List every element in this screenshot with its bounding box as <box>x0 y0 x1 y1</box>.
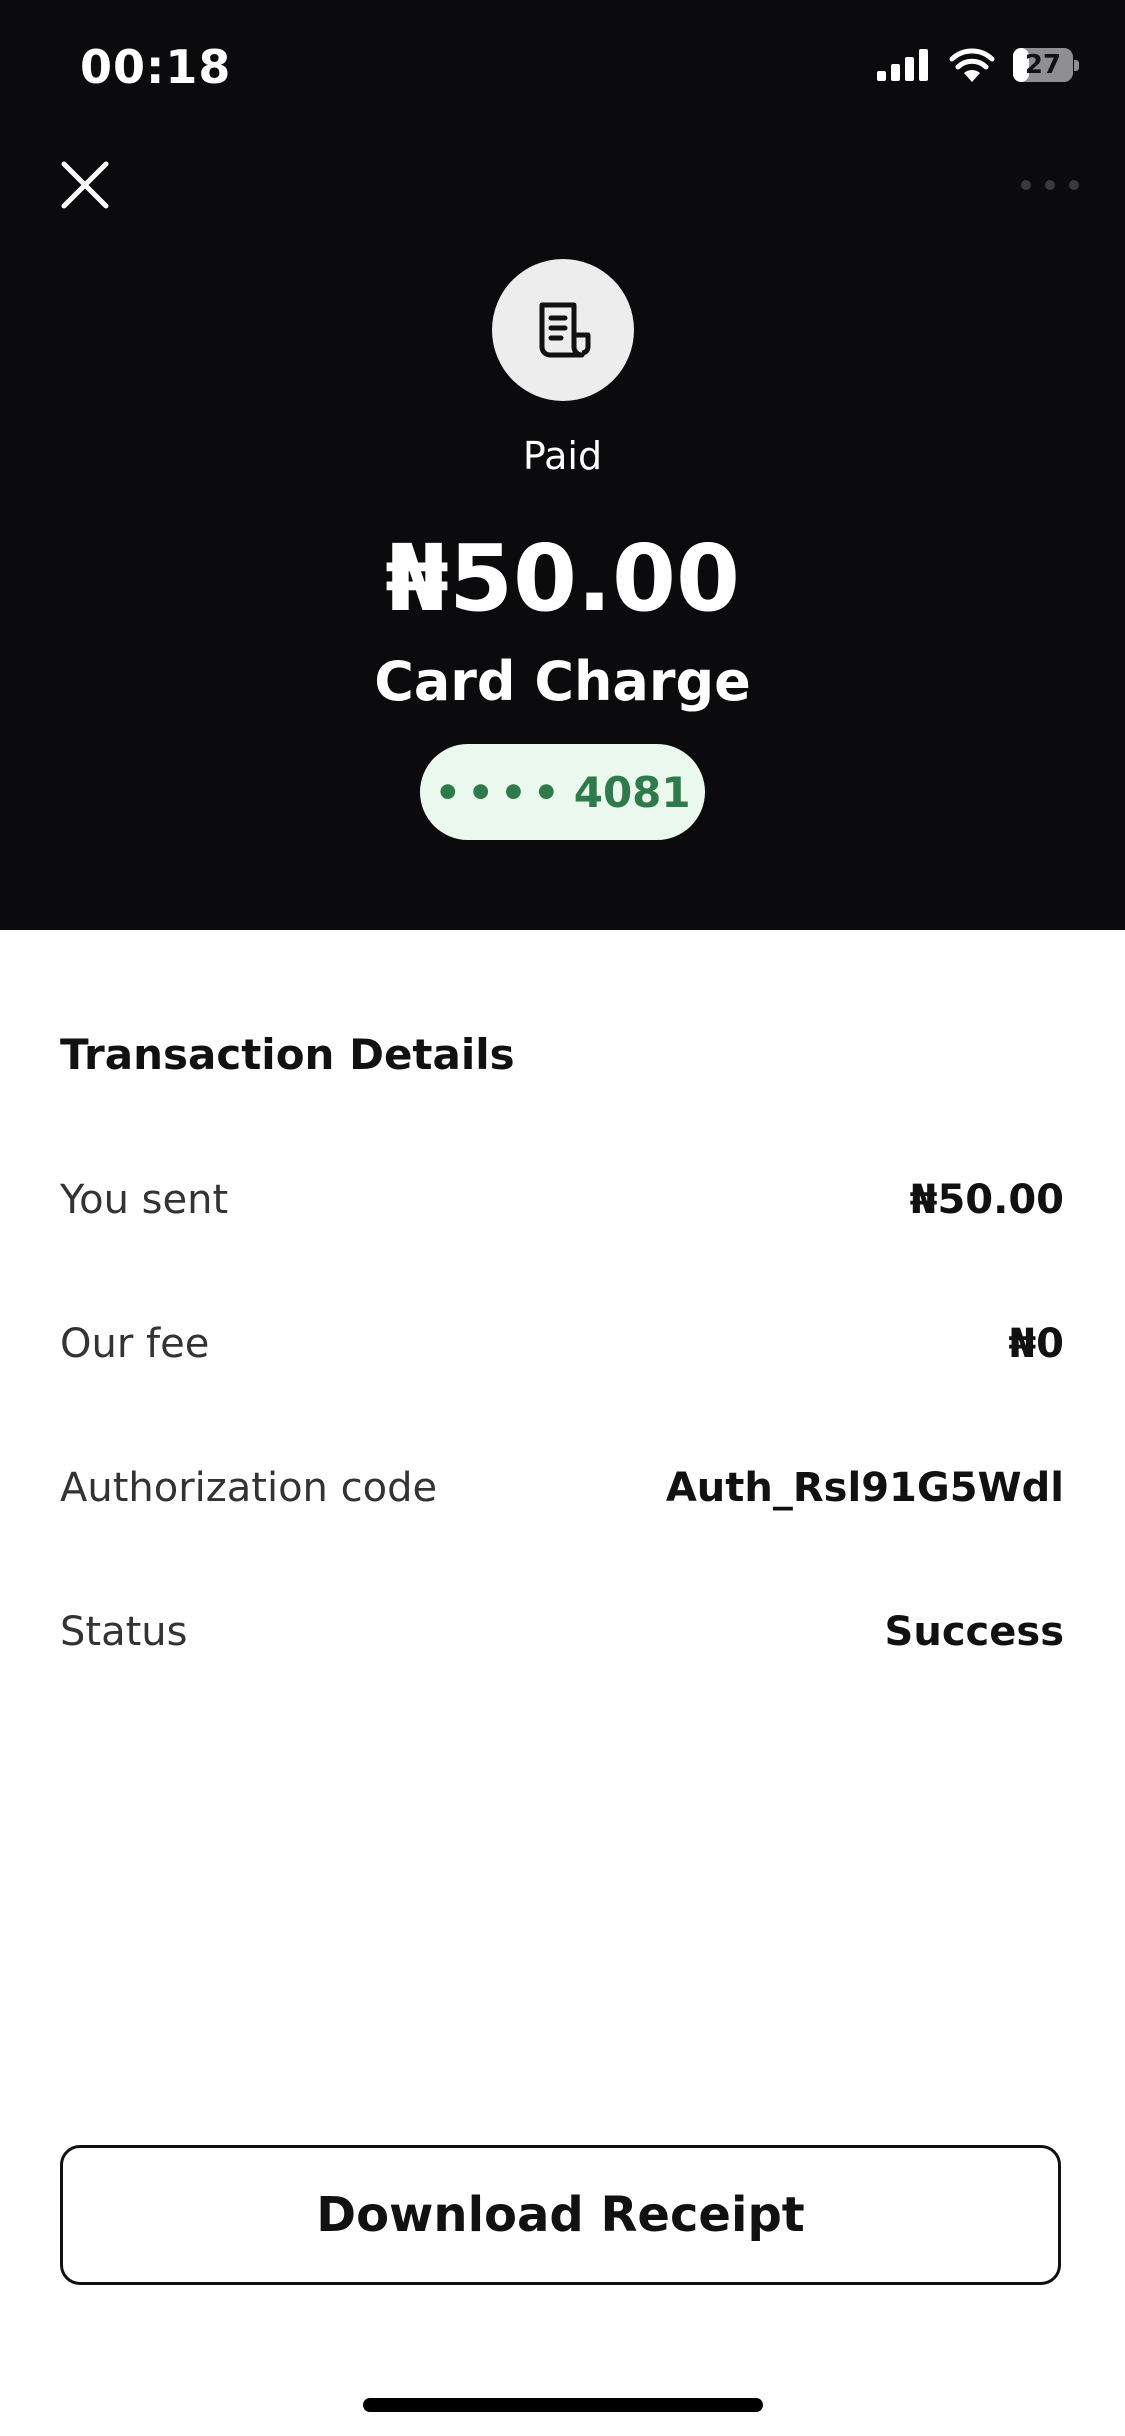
detail-label: Status <box>60 1609 188 1655</box>
receipt-icon <box>539 302 591 358</box>
transaction-amount: ₦50.00 <box>384 525 741 632</box>
payment-status-label: Paid <box>522 434 603 478</box>
detail-row-you-sent: You sent ₦50.00 <box>60 1170 1064 1230</box>
detail-row-status: Status Success <box>60 1602 1064 1662</box>
close-icon <box>61 161 109 209</box>
download-receipt-button[interactable]: Download Receipt <box>60 2145 1061 2285</box>
detail-value: ₦50.00 <box>909 1177 1064 1223</box>
detail-label: Our fee <box>60 1321 210 1367</box>
transaction-header: 00:18 27 Paid ₦50.00 Card Charge •••• 40… <box>0 0 1125 930</box>
battery-percent: 27 <box>1024 50 1062 80</box>
card-last-four: 4081 <box>573 767 691 817</box>
status-time: 00:18 <box>80 40 232 94</box>
receipt-badge <box>492 259 634 401</box>
system-icons: 27 <box>877 48 1079 82</box>
card-mask-dots: •••• <box>434 767 566 817</box>
wifi-icon <box>949 48 995 82</box>
detail-value: Auth_Rsl91G5Wdl <box>665 1465 1064 1511</box>
transaction-type: Card Charge <box>374 650 751 713</box>
more-options-button[interactable] <box>1015 170 1085 200</box>
battery-icon: 27 <box>1013 48 1079 82</box>
detail-row-our-fee: Our fee ₦0 <box>60 1314 1064 1374</box>
card-number-pill: •••• 4081 <box>420 744 705 840</box>
status-bar: 00:18 27 <box>0 0 1125 140</box>
transaction-details: Transaction Details You sent ₦50.00 Our … <box>60 1030 1064 1655</box>
detail-label: You sent <box>60 1177 229 1223</box>
detail-value: ₦0 <box>1008 1321 1064 1367</box>
detail-label: Authorization code <box>60 1465 438 1511</box>
close-button[interactable] <box>52 152 118 218</box>
home-indicator[interactable] <box>363 2398 763 2412</box>
section-title: Transaction Details <box>60 1030 515 1079</box>
detail-value: Success <box>884 1609 1064 1655</box>
signal-icon <box>877 49 928 81</box>
detail-row-authorization-code: Authorization code Auth_Rsl91G5Wdl <box>60 1458 1064 1518</box>
more-dots-icon <box>1021 180 1079 190</box>
